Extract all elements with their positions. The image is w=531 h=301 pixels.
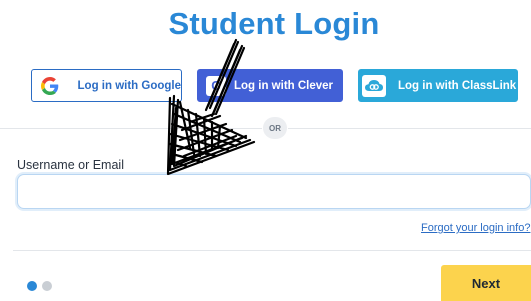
hand-drawn-arrow-scribble — [166, 38, 256, 176]
forgot-login-link[interactable]: Forgot your login info? — [421, 222, 530, 234]
clever-login-label: Log in with Clever — [234, 79, 334, 92]
google-login-label: Log in with Google — [77, 79, 181, 92]
username-input[interactable] — [17, 174, 531, 209]
google-login-button[interactable]: Log in with Google — [31, 69, 182, 102]
google-icon — [40, 76, 60, 96]
next-button[interactable]: Next — [441, 265, 531, 301]
classlink-login-button[interactable]: Log in with ClassLink — [358, 69, 518, 102]
footer-divider — [13, 250, 531, 251]
step-dot-inactive — [42, 281, 52, 291]
divider-right — [288, 128, 531, 129]
step-dot-active — [27, 281, 37, 291]
page-title: Student Login — [168, 6, 380, 41]
classlink-icon — [362, 74, 386, 97]
classlink-login-label: Log in with ClassLink — [398, 79, 517, 92]
clever-icon: C — [206, 75, 226, 96]
username-label: Username or Email — [17, 158, 124, 172]
divider-left — [0, 128, 262, 129]
clever-login-button[interactable]: C Log in with Clever — [197, 69, 343, 102]
or-separator: OR — [263, 117, 287, 139]
